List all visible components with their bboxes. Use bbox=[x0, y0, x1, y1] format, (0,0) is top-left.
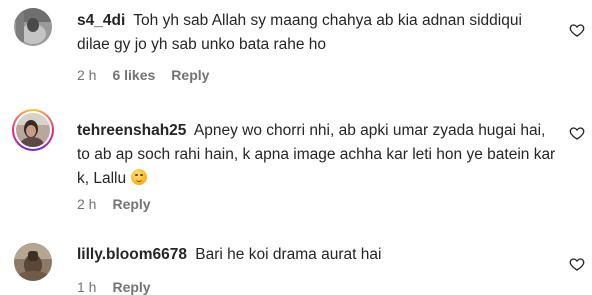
comment-meta: 2 h 6 likes Reply bbox=[77, 67, 209, 83]
smiling-face-emoji bbox=[131, 169, 148, 185]
comment-item: s4_4di Toh yh sab Allah sy maang chahya … bbox=[0, 0, 592, 95]
comment-text: Toh yh sab Allah sy maang chahya ab kia … bbox=[77, 12, 522, 53]
heart-outline-icon[interactable] bbox=[569, 256, 585, 272]
comment-likes-count[interactable]: 6 likes bbox=[112, 67, 155, 83]
comment-item: tehreenshah25 Apney wo chorri nhi, ab ap… bbox=[0, 100, 592, 220]
comment-username[interactable]: tehreenshah25 bbox=[77, 122, 186, 139]
reply-button[interactable]: Reply bbox=[112, 196, 150, 212]
comment-meta: 2 h Reply bbox=[77, 196, 151, 212]
comment-timestamp[interactable]: 1 h bbox=[77, 279, 96, 295]
comment-meta: 1 h Reply bbox=[77, 279, 151, 295]
comment-content: lilly.bloom6678 Bari he koi drama aurat … bbox=[77, 243, 557, 267]
heart-outline-icon[interactable] bbox=[569, 22, 585, 38]
avatar[interactable] bbox=[14, 8, 52, 46]
comment-username[interactable]: s4_4di bbox=[77, 12, 125, 29]
reply-button[interactable]: Reply bbox=[112, 279, 150, 295]
comment-timestamp[interactable]: 2 h bbox=[77, 196, 96, 212]
reply-button[interactable]: Reply bbox=[171, 67, 209, 83]
comment-content: s4_4di Toh yh sab Allah sy maang chahya … bbox=[77, 9, 557, 57]
comment-item: lilly.bloom6678 Bari he koi drama aurat … bbox=[0, 225, 592, 295]
heart-outline-icon[interactable] bbox=[569, 125, 585, 141]
avatar[interactable] bbox=[12, 109, 54, 151]
comment-username[interactable]: lilly.bloom6678 bbox=[77, 246, 187, 263]
comment-content: tehreenshah25 Apney wo chorri nhi, ab ap… bbox=[77, 119, 557, 191]
comment-text: Bari he koi drama aurat hai bbox=[195, 246, 382, 263]
avatar[interactable] bbox=[14, 243, 52, 281]
comment-timestamp[interactable]: 2 h bbox=[77, 67, 96, 83]
